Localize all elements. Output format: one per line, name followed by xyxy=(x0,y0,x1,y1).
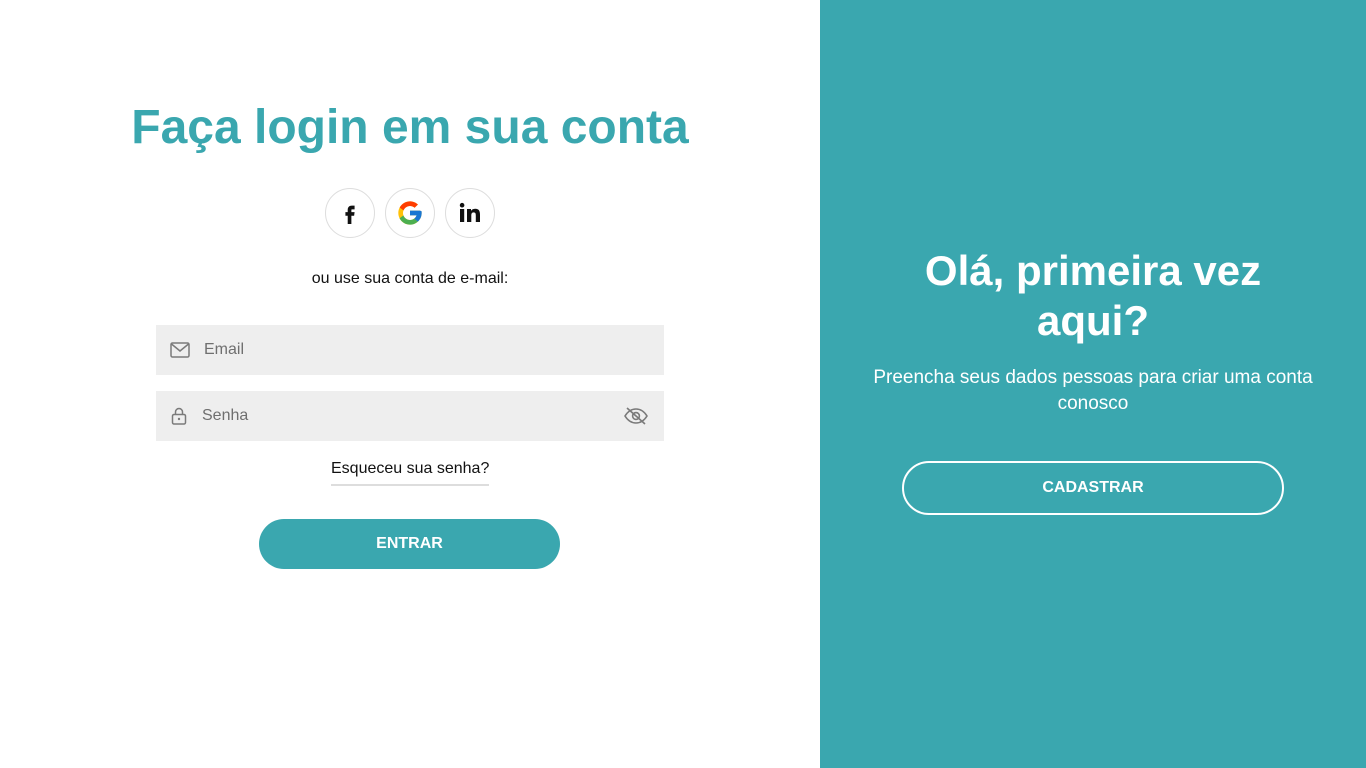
login-button[interactable]: ENTRAR xyxy=(259,519,560,569)
register-panel: Olá, primeira vez aqui? Preencha seus da… xyxy=(820,0,1366,768)
alt-login-text: ou use sua conta de e-mail: xyxy=(311,270,509,287)
facebook-icon xyxy=(345,205,355,224)
email-field-wrapper xyxy=(156,325,664,375)
forgot-password-link[interactable]: Esqueceu sua senha? xyxy=(331,460,490,486)
register-button[interactable]: CADASTRAR xyxy=(902,461,1284,515)
toggle-password-visibility[interactable] xyxy=(608,406,664,426)
email-input[interactable] xyxy=(204,325,664,375)
mail-icon xyxy=(156,342,204,358)
google-login-button[interactable] xyxy=(385,188,435,238)
register-title: Olá, primeira vez aqui? xyxy=(924,247,1262,344)
eye-off-icon xyxy=(624,407,648,425)
login-panel: Faça login em sua conta ou use sua conta… xyxy=(0,0,820,768)
password-field-wrapper xyxy=(156,391,664,441)
login-title: Faça login em sua conta xyxy=(131,101,689,154)
facebook-login-button[interactable] xyxy=(325,188,375,238)
linkedin-login-button[interactable] xyxy=(445,188,495,238)
google-icon xyxy=(398,201,422,225)
password-input[interactable] xyxy=(202,391,608,441)
linkedin-icon xyxy=(459,202,480,222)
lock-icon xyxy=(156,407,202,425)
social-login-group xyxy=(325,188,495,238)
register-subtitle: Preencha seus dados pessoas para criar u… xyxy=(873,367,1313,414)
